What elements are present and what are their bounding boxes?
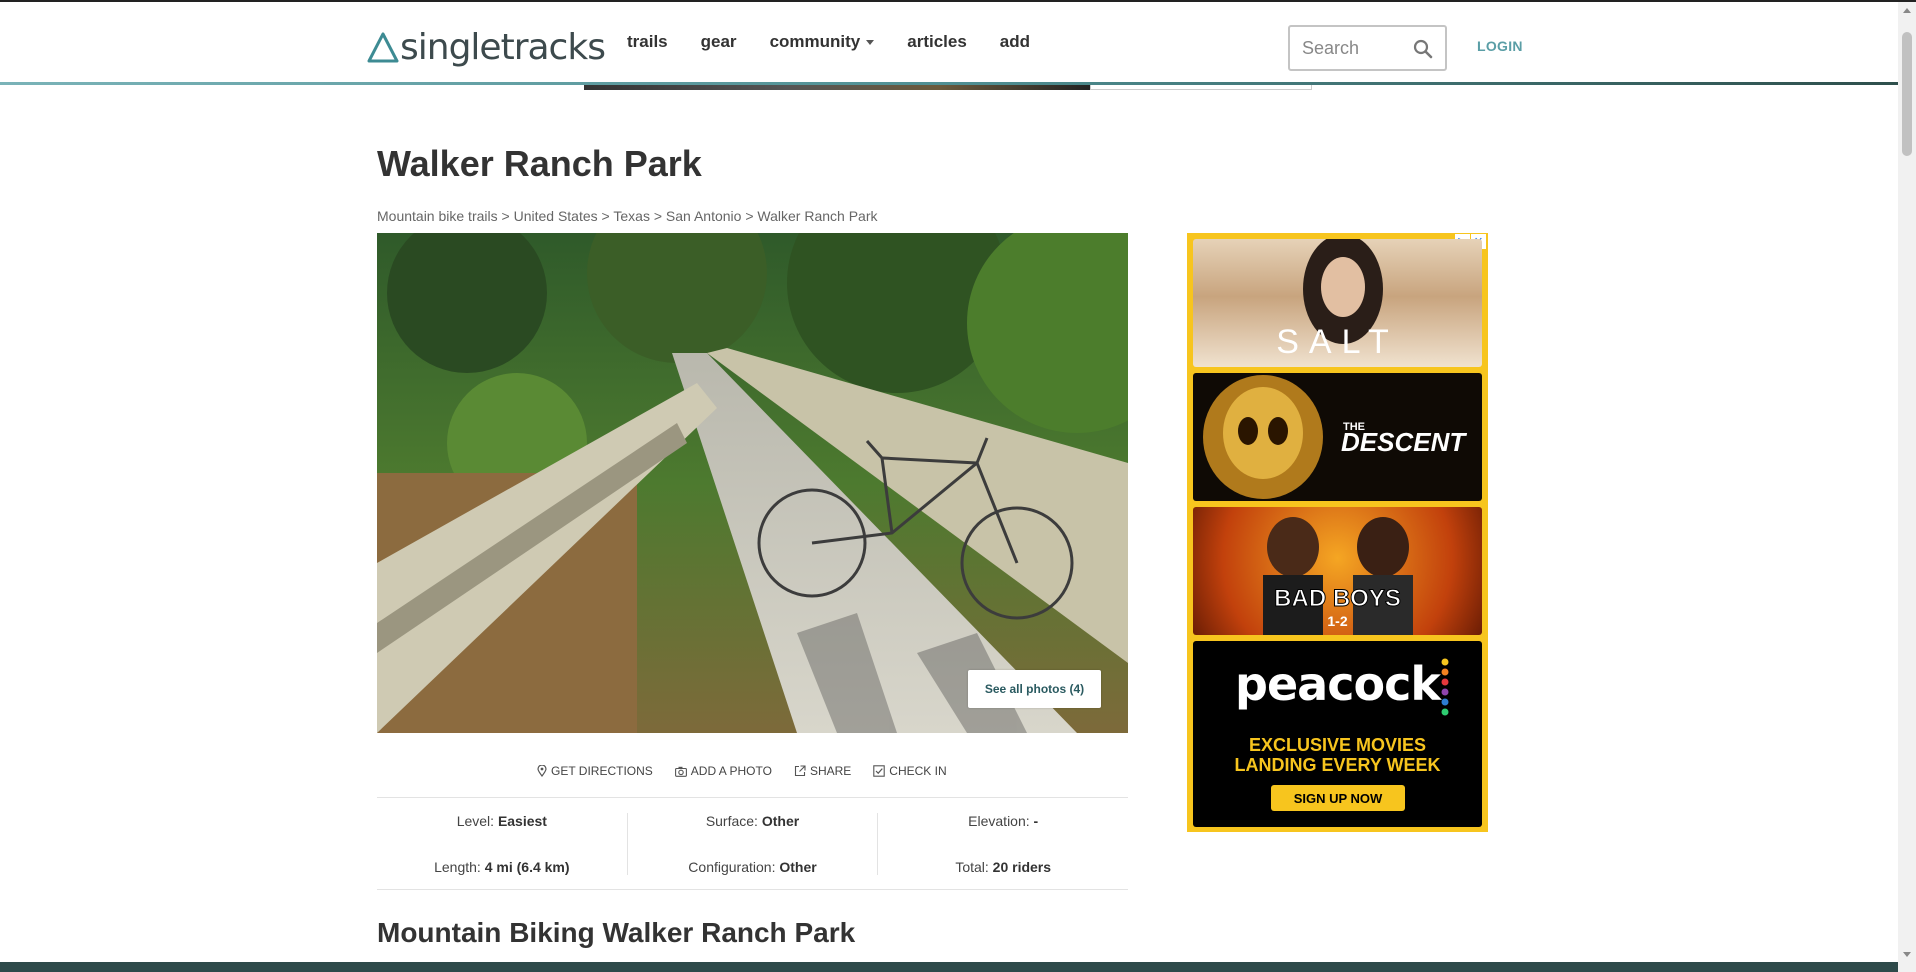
map-pin-icon [537, 765, 547, 777]
page-title: Walker Ranch Park [377, 143, 702, 184]
ad-bad-boys-title: BAD BOYS [1274, 585, 1402, 613]
search-input[interactable] [1290, 37, 1410, 59]
stat-length: Length: 4 mi (6.4 km) [434, 859, 569, 875]
stat-configuration-label: Configuration: [688, 859, 776, 875]
add-photo-label: ADD A PHOTO [690, 764, 772, 778]
stat-level: Level: Easiest [457, 813, 547, 829]
ad-tile-salt[interactable]: SALT [1193, 239, 1482, 367]
peacock-logo: peacock [1235, 657, 1441, 711]
ad-tile-bad-boys[interactable]: BAD BOYS 1-2 [1193, 507, 1482, 635]
stat-total-label: Total: [955, 859, 989, 875]
stats-divider-top [377, 797, 1128, 798]
see-all-photos-button[interactable]: See all photos (4) [968, 670, 1101, 708]
stat-total-value: 20 riders [992, 859, 1052, 875]
caret-down-icon [866, 39, 875, 45]
stat-elevation-label: Elevation: [968, 813, 1030, 829]
site-header: singletracks trails gear community artic… [0, 2, 1898, 84]
nav-trails[interactable]: trails [627, 32, 668, 52]
stats-column-difficulty: Level: Easiest Length: 4 mi (6.4 km) [377, 813, 627, 875]
breadcrumb-separator: > [653, 208, 663, 224]
sign-up-now-button[interactable]: SIGN UP NOW [1271, 785, 1405, 811]
stat-length-label: Length: [434, 859, 481, 875]
page-scrollbar[interactable] [1898, 2, 1916, 972]
breadcrumb-texas[interactable]: Texas [613, 208, 650, 224]
search-box [1288, 25, 1447, 71]
footer-bar [0, 962, 1898, 972]
nav-gear-label: gear [700, 32, 737, 51]
trail-actions: GET DIRECTIONS ADD A PHOTO SHARE CHECK I… [537, 764, 969, 778]
stats-divider-bottom [377, 889, 1128, 890]
breadcrumb-separator: > [501, 208, 510, 224]
breadcrumb-separator: > [745, 208, 754, 224]
ad-tile-descent[interactable]: THE DESCENT [1193, 373, 1482, 501]
nav-add[interactable]: add [1000, 32, 1030, 52]
check-in-label: CHECK IN [889, 764, 947, 778]
peacock-dots-icon [1441, 658, 1449, 716]
add-photo-button[interactable]: ADD A PHOTO [674, 764, 772, 778]
nav-articles[interactable]: articles [907, 32, 967, 52]
peacock-line-2: LANDING EVERY WEEK [1234, 755, 1441, 775]
stat-elevation-value: - [1033, 813, 1039, 829]
section-title: Mountain Biking Walker Ranch Park [377, 917, 856, 948]
sidebar-ad[interactable]: ▷ ✕ SALT THE DESCENT BAD BOYS 1-2 peacoc… [1187, 233, 1488, 832]
banner-ad-remnant-box [1090, 85, 1312, 90]
stat-level-value: Easiest [497, 813, 547, 829]
site-logo[interactable]: singletracks [366, 20, 606, 74]
breadcrumb-separator: > [601, 208, 610, 224]
nav-articles-label: articles [907, 32, 967, 51]
stat-level-label: Level: [456, 813, 495, 829]
stat-surface-label: Surface: [705, 813, 758, 829]
nav-gear[interactable]: gear [701, 32, 737, 52]
breadcrumb-san-antonio[interactable]: San Antonio [666, 208, 742, 224]
trail-stats: Level: Easiest Length: 4 mi (6.4 km) Sur… [377, 813, 1128, 875]
stats-column-elevation: Elevation: - Total: 20 riders [877, 813, 1128, 875]
stat-configuration: Configuration: Other [688, 859, 816, 875]
logo-text: singletracks [400, 26, 606, 68]
share-button[interactable]: SHARE [794, 764, 851, 778]
ad-salt-title: SALT [1276, 323, 1399, 361]
breadcrumb-current: Walker Ranch Park [757, 208, 878, 224]
breadcrumb: Mountain bike trails > United States > T… [377, 208, 877, 224]
banner-ad-remnant [584, 85, 1090, 90]
ad-bad-boys-subtitle: 1-2 [1327, 613, 1348, 629]
login-link[interactable]: LOGIN [1477, 38, 1523, 54]
nav-community-label: community [769, 32, 861, 51]
stat-total: Total: 20 riders [955, 859, 1051, 875]
scroll-down-arrow-icon[interactable] [1903, 952, 1911, 957]
bridge-bike-photo [377, 233, 1128, 733]
trail-photo[interactable] [377, 233, 1128, 733]
peacock-line-1: EXCLUSIVE MOVIES [1248, 735, 1427, 755]
stats-column-surface: Surface: Other Configuration: Other [626, 813, 878, 875]
nav-trails-label: trails [627, 32, 668, 51]
nav-add-label: add [999, 32, 1031, 51]
stat-surface: Surface: Other [706, 813, 799, 829]
camera-icon [674, 766, 687, 777]
check-in-button[interactable]: CHECK IN [873, 764, 947, 778]
get-directions-label: GET DIRECTIONS [551, 764, 653, 778]
ad-tile-peacock[interactable]: peacock EXCLUSIVE MOVIES LANDING EVERY W… [1193, 641, 1482, 827]
breadcrumb-united-states[interactable]: United States [514, 208, 598, 224]
logo-triangle-icon [367, 32, 399, 63]
scrollbar-thumb[interactable] [1902, 32, 1912, 156]
stat-length-value: 4 mi (6.4 km) [484, 859, 570, 875]
main-nav: trails gear community articles add [627, 32, 1063, 52]
checkbox-icon [873, 765, 886, 777]
breadcrumb-mountain-bike-trails[interactable]: Mountain bike trails [377, 208, 498, 224]
stat-surface-value: Other [761, 813, 800, 829]
get-directions-button[interactable]: GET DIRECTIONS [537, 764, 653, 778]
share-label: SHARE [809, 764, 852, 778]
search-icon[interactable] [1413, 39, 1433, 59]
stat-elevation: Elevation: - [968, 813, 1038, 829]
share-icon [794, 765, 806, 777]
ad-descent-title: DESCENT [1341, 427, 1466, 457]
nav-community[interactable]: community [770, 32, 875, 52]
scroll-up-arrow-icon[interactable] [1903, 8, 1911, 13]
stat-configuration-value: Other [779, 859, 817, 875]
